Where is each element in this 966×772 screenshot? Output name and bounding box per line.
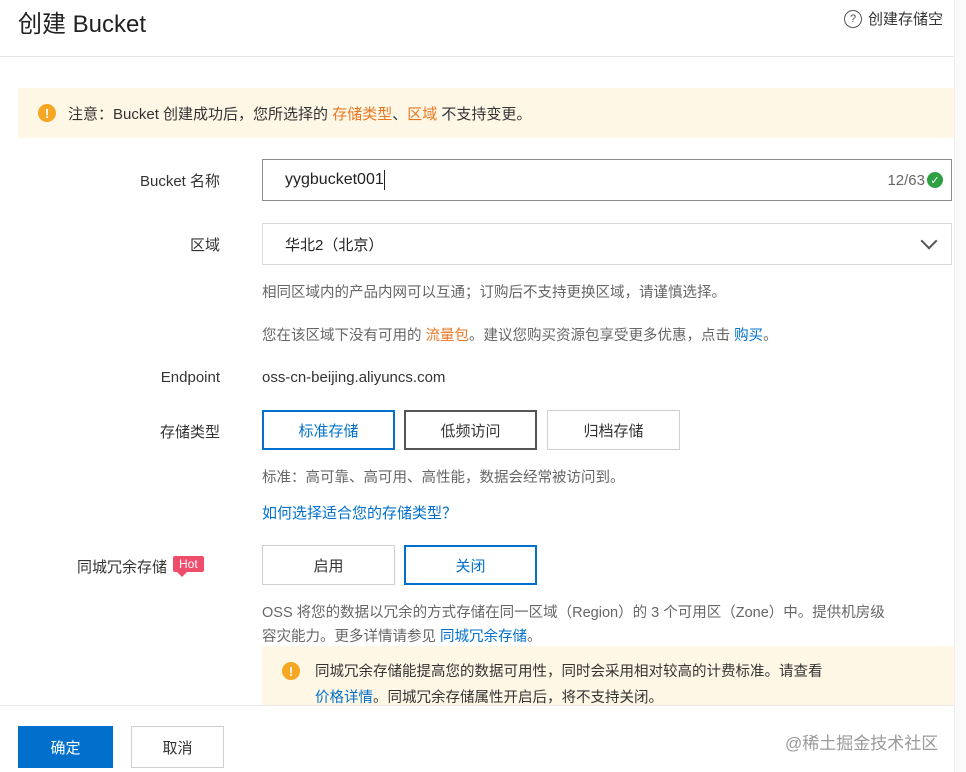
storage-class-help-link[interactable]: 如何选择适合您的存储类型？ xyxy=(262,502,457,523)
notice-sep: 、 xyxy=(392,105,408,123)
check-circle-icon: ✓ xyxy=(927,172,943,188)
redundancy-enable-option[interactable]: 启用 xyxy=(262,545,395,585)
region-select[interactable]: 华北2（北京） xyxy=(262,223,952,265)
promo-middle: 。建议您购买资源包享受更多优惠，点击 xyxy=(469,328,735,344)
bucket-name-input[interactable]: yygbucket001 12/63 ✓ xyxy=(262,159,952,201)
traffic-package-link[interactable]: 流量包 xyxy=(426,328,470,344)
notice-banner: ! 注意：Bucket 创建成功后，您所选择的 存储类型、区域 不支持变更。 xyxy=(18,88,954,138)
chevron-down-icon xyxy=(920,232,938,250)
storage-class-label: 存储类型 xyxy=(159,424,220,441)
help-label: 创建存储空 xyxy=(868,11,944,28)
confirm-button[interactable]: 确定 xyxy=(18,726,113,768)
watermark: @稀土掘金技术社区 xyxy=(785,734,939,753)
endpoint-label: Endpoint xyxy=(160,369,220,386)
help-link[interactable]: ? 创建存储空 xyxy=(844,8,943,29)
page-title: 创建 Bucket xyxy=(18,11,147,38)
scrollbar[interactable] xyxy=(954,0,966,772)
header-divider xyxy=(0,56,954,57)
endpoint-value: oss-cn-beijing.aliyuncs.com xyxy=(262,369,446,386)
notice-text: 注意：Bucket 创建成功后，您所选择的 存储类型、区域 不支持变更。 xyxy=(68,103,531,124)
warning-icon: ! xyxy=(38,104,56,122)
notice-prefix: 注意：Bucket 创建成功后，您所选择的 xyxy=(68,105,333,123)
redundancy-label: 同城冗余存储 xyxy=(76,559,167,576)
warning-line2-text: 。同城冗余存储属性开启后，将不支持关闭。 xyxy=(373,690,663,706)
question-circle-icon: ? xyxy=(844,9,862,28)
desc-prefix: 容灾能力。更多详情请参见 xyxy=(262,629,441,645)
bucket-name-label: Bucket 名称 xyxy=(139,173,220,190)
buy-link[interactable]: 购买 xyxy=(734,328,763,344)
bucket-name-value: yygbucket001 xyxy=(285,171,384,189)
warning-line1: 同城冗余存储能提高您的数据可用性，同时会采用相对较高的计费标准。请查看 xyxy=(315,664,823,680)
redundancy-disable-option[interactable]: 关闭 xyxy=(404,545,537,585)
region-label: 区域 xyxy=(189,237,220,254)
region-promo: 您在该区域下没有可用的 流量包。建议您购买资源包享受更多优惠，点击 购买。 xyxy=(262,324,778,345)
promo-prefix: 您在该区域下没有可用的 xyxy=(262,328,426,344)
desc-end: 。 xyxy=(527,629,542,645)
notice-storage-class: 存储类型 xyxy=(332,105,393,123)
region-hint: 相同区域内的产品内网可以互通；订购后不支持更换区域，请谨慎选择。 xyxy=(262,285,726,301)
promo-end: 。 xyxy=(763,328,778,344)
storage-standard-option[interactable]: 标准存储 xyxy=(262,410,395,450)
redundancy-doc-link[interactable]: 同城冗余存储 xyxy=(440,629,527,645)
redundancy-desc-line2: 容灾能力。更多详情请参见 同城冗余存储。 xyxy=(262,625,542,646)
storage-infrequent-option[interactable]: 低频访问 xyxy=(404,410,537,450)
cancel-button[interactable]: 取消 xyxy=(131,726,224,768)
warning-icon: ! xyxy=(282,662,300,680)
region-selected: 华北2（北京） xyxy=(285,236,384,254)
hot-badge: Hot xyxy=(173,556,204,577)
storage-class-hint: 标准：高可靠、高可用、高性能，数据会经常被访问到。 xyxy=(262,470,625,486)
char-counter: 12/63 ✓ xyxy=(887,172,943,189)
notice-suffix: 不支持变更。 xyxy=(437,105,532,123)
warning-line2: 价格详情。同城冗余存储属性开启后，将不支持关闭。 xyxy=(315,686,663,707)
storage-archive-option[interactable]: 归档存储 xyxy=(547,410,680,450)
notice-region: 区域 xyxy=(407,105,438,123)
char-counter-text: 12/63 xyxy=(887,171,925,189)
text-caret xyxy=(383,170,385,190)
price-details-link[interactable]: 价格详情 xyxy=(315,690,373,706)
redundancy-warning: ! 同城冗余存储能提高您的数据可用性，同时会采用相对较高的计费标准。请查看 价格… xyxy=(262,646,954,706)
redundancy-desc-line1: OSS 将您的数据以冗余的方式存储在同一区域（Region）的 3 个可用区（Z… xyxy=(262,605,885,621)
footer-divider xyxy=(0,705,954,706)
